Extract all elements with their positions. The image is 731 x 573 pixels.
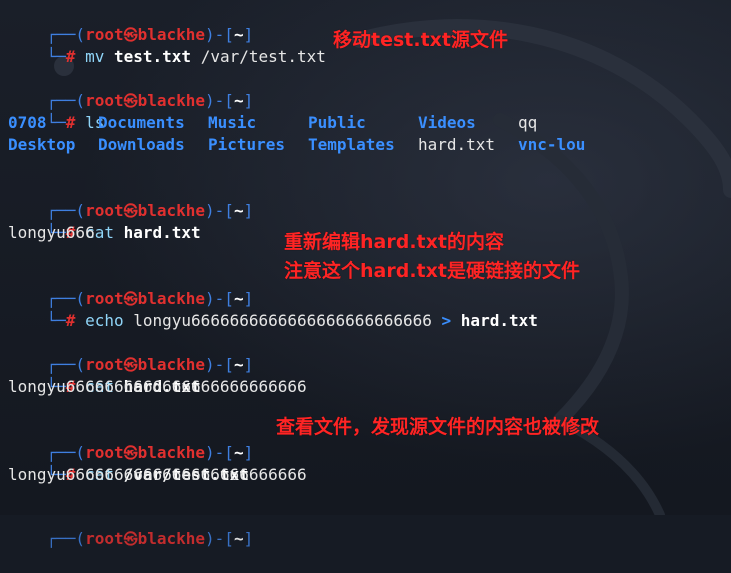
- skull-icon: ㉿: [123, 94, 138, 110]
- annotation-edit-hardlink-line1: 重新编辑hard.txt的内容: [284, 231, 504, 253]
- annotation-move-source: 移动test.txt源文件: [333, 29, 508, 51]
- prompt-frame-close: ]: [243, 91, 254, 110]
- ls-dir-item: Downloads: [98, 135, 185, 154]
- command-output: longyu6666666666666666666666666: [8, 377, 307, 396]
- prompt-line-5: ┌──(root㉿blackhe)-[~]: [8, 332, 254, 374]
- ls-file-item: qq: [518, 113, 538, 132]
- prompt-frame-mid: )-[: [205, 201, 234, 220]
- command-line-3: └─# cat hard.txt: [8, 200, 201, 242]
- ls-dir-item: 0708: [8, 113, 47, 132]
- prompt-host: blackhe: [137, 91, 206, 110]
- command-line-2: └─# ls: [8, 90, 105, 132]
- prompt-frame-mid: )-[: [205, 91, 234, 110]
- ls-dir-item: Desktop: [8, 135, 76, 154]
- ls-dir-item: vnc-lou: [518, 135, 586, 154]
- annotation-source-modified: 查看文件，发现源文件的内容也被修改: [276, 416, 600, 438]
- command-name: echo: [85, 311, 124, 330]
- ls-dir-item: Pictures: [208, 135, 286, 154]
- prompt-line-1: ┌──(root㉿blackhe)-[~]: [8, 2, 254, 44]
- prompt-dir: ~: [233, 91, 244, 110]
- terminal-window[interactable]: ┌──(root㉿blackhe)-[~] └─# mv test.txt /v…: [0, 0, 731, 548]
- command-arg: longyu6666666666666666666666666: [133, 311, 432, 330]
- prompt-dir: ~: [233, 201, 244, 220]
- prompt-frame-bottom: └─: [46, 113, 66, 132]
- prompt-frame-mid: )-[: [205, 355, 234, 374]
- prompt-host: blackhe: [137, 529, 206, 548]
- prompt-frame-close: ]: [243, 201, 254, 220]
- annotation-edit-hardlink-line2: 注意这个hard.txt是硬链接的文件: [284, 260, 580, 282]
- ls-dir-item: Documents: [98, 113, 185, 132]
- prompt-hash: #: [65, 113, 76, 132]
- prompt-user: root: [85, 529, 124, 548]
- command-line-5: └─# cat hard.txt: [8, 354, 201, 396]
- command-arg: /var/test.txt: [200, 47, 326, 66]
- command-arg: hard.txt: [460, 311, 538, 330]
- command-arg: test.txt: [113, 47, 192, 66]
- command-line-4: └─# echo longyu6666666666666666666666666…: [8, 288, 538, 330]
- command-line-1: └─# mv test.txt /var/test.txt: [8, 24, 326, 66]
- prompt-frame-close: ]: [243, 529, 254, 548]
- command-arg: hard.txt: [123, 223, 201, 242]
- prompt-line-6: ┌──(root㉿blackhe)-[~]: [8, 420, 254, 462]
- command-name: mv: [85, 47, 105, 66]
- ls-dir-item: Music: [208, 113, 257, 132]
- ls-dir-item: Videos: [418, 113, 476, 132]
- prompt-line-7: ┌──(root㉿blackhe)-[~]: [8, 506, 254, 548]
- prompt-frame-top: ┌──(: [46, 529, 86, 548]
- skull-icon: ㉿: [123, 532, 138, 548]
- command-line-6: └─# cat /var/test.txt: [8, 442, 249, 484]
- prompt-frame-close: ]: [243, 355, 254, 374]
- prompt-line-3: ┌──(root㉿blackhe)-[~]: [8, 178, 254, 220]
- command-output: longyu6666666666666666666666666: [8, 465, 307, 484]
- redirect-operator: >: [441, 311, 452, 330]
- prompt-line-4: ┌──(root㉿blackhe)-[~]: [8, 266, 254, 308]
- prompt-frame-bottom: └─: [46, 47, 66, 66]
- command-output: longyu666: [8, 223, 95, 242]
- ls-dir-item: Public: [308, 113, 366, 132]
- prompt-line-2: ┌──(root㉿blackhe)-[~]: [8, 68, 254, 110]
- prompt-dir: ~: [233, 355, 244, 374]
- prompt-hash: #: [65, 311, 76, 330]
- prompt-hash: #: [65, 47, 76, 66]
- prompt-dir: ~: [233, 529, 244, 548]
- ls-dir-item: Templates: [308, 135, 395, 154]
- ls-file-item: hard.txt: [418, 135, 496, 154]
- prompt-frame-bottom: └─: [46, 311, 66, 330]
- prompt-frame-mid: )-[: [205, 529, 234, 548]
